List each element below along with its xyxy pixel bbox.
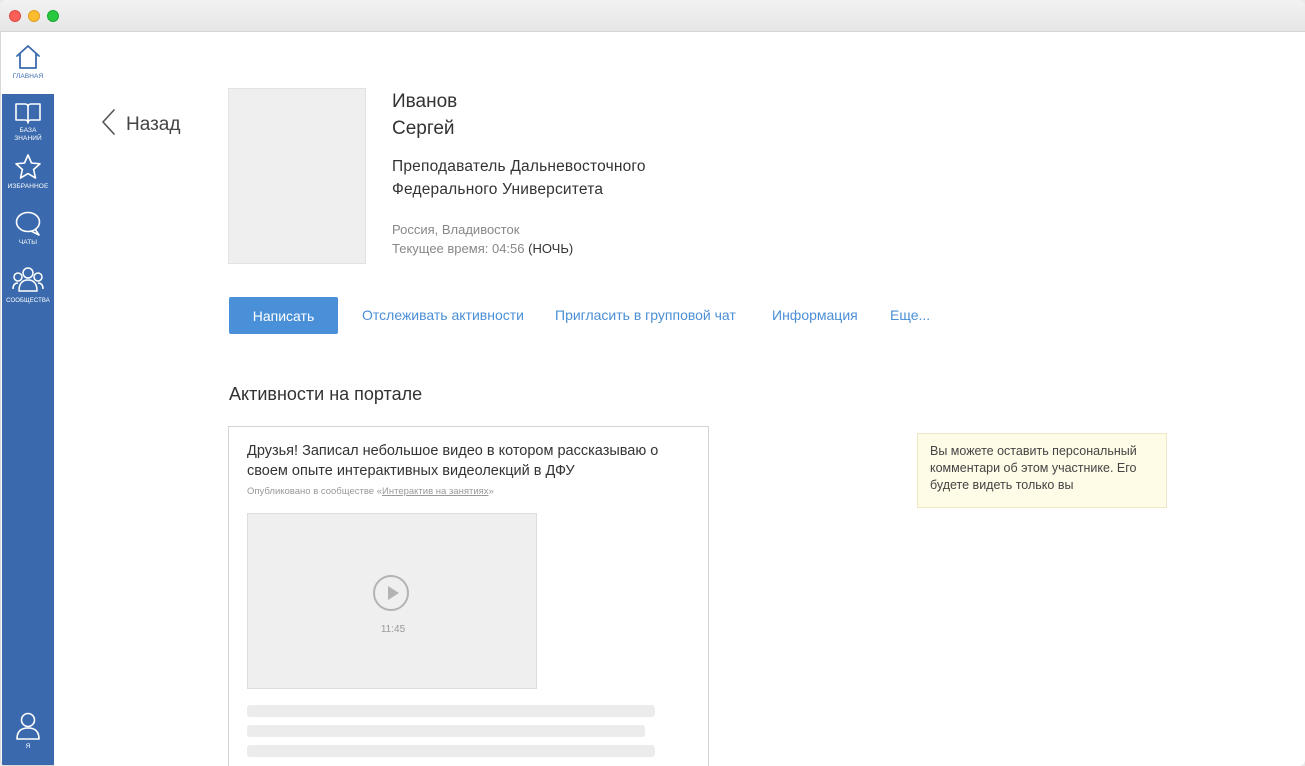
post-meta: Опубликовано в сообществе «Интерактив на… xyxy=(247,486,494,497)
sidebar-item-favorites[interactable]: Избранное xyxy=(2,152,54,202)
user-icon xyxy=(14,711,42,741)
time-period: (НОЧЬ) xyxy=(528,241,574,256)
sidebar-item-label: База знаний xyxy=(14,127,42,142)
sidebar-item-knowledge-base[interactable]: База знаний xyxy=(2,98,54,150)
community-link[interactable]: Интерактив на занятиях xyxy=(382,486,489,497)
invite-group-chat-link[interactable]: Пригласить в групповой чат xyxy=(555,307,736,323)
book-icon xyxy=(14,101,42,125)
chevron-left-icon xyxy=(100,108,116,141)
activity-post-card: Друзья! Записал небольшое видео в которо… xyxy=(228,426,709,766)
text-placeholder xyxy=(247,725,645,737)
title-bar xyxy=(0,0,1305,32)
back-button[interactable]: Назад xyxy=(100,108,180,141)
sidebar: Главная База знаний Избранное Чаты Сообщ xyxy=(2,32,54,765)
information-link[interactable]: Информация xyxy=(772,307,858,323)
app-window: Главная База знаний Избранное Чаты Сообщ xyxy=(0,0,1305,766)
sidebar-item-label: Главная xyxy=(12,73,44,80)
text-placeholder xyxy=(247,745,655,757)
sidebar-item-label: Чаты xyxy=(18,239,38,246)
post-text: Друзья! Записал небольшое видео в которо… xyxy=(247,443,659,479)
maximize-window-button[interactable] xyxy=(47,10,59,22)
home-icon xyxy=(14,43,42,71)
play-icon[interactable] xyxy=(373,575,409,611)
post-meta-prefix: Опубликовано в сообществе « xyxy=(247,486,382,497)
text-placeholder xyxy=(247,705,655,717)
track-activity-link[interactable]: Отслеживать активности xyxy=(362,307,524,323)
profile-first-name: Сергей xyxy=(392,118,455,139)
activities-title: Активности на портале xyxy=(229,384,423,404)
video-duration: 11:45 xyxy=(380,624,406,635)
close-window-button[interactable] xyxy=(9,10,21,22)
back-label: Назад xyxy=(126,113,181,135)
profile-local-time: Текущее время: 04:56 (НОЧЬ) xyxy=(392,241,573,256)
sidebar-item-label: Избранное xyxy=(7,183,49,190)
personal-note-box[interactable]: Вы можете оставить персональный коммента… xyxy=(917,433,1167,508)
sidebar-item-home[interactable]: Главная xyxy=(2,32,54,94)
sidebar-item-me[interactable]: Я xyxy=(2,708,54,758)
video-player[interactable]: 11:45 xyxy=(247,513,537,689)
profile-position-line2: Федерального Университета xyxy=(392,181,604,198)
profile-position-line1: Преподаватель Дальневосточного xyxy=(392,158,646,175)
sidebar-item-label: Я xyxy=(25,743,31,750)
more-link[interactable]: Еще... xyxy=(890,307,930,323)
profile-location: Россия, Владивосток xyxy=(392,222,520,237)
sidebar-item-communities[interactable]: Сообщества xyxy=(2,264,54,314)
sidebar-item-label: Сообщества xyxy=(6,298,50,304)
minimize-window-button[interactable] xyxy=(28,10,40,22)
profile-last-name: Иванов xyxy=(392,91,458,112)
star-icon xyxy=(14,153,42,181)
sidebar-item-chats[interactable]: Чаты xyxy=(2,209,54,259)
people-icon xyxy=(11,265,45,295)
chat-icon xyxy=(14,211,42,237)
post-meta-suffix: » xyxy=(488,486,494,497)
write-button[interactable]: Написать xyxy=(229,297,338,334)
local-time-value: Текущее время: 04:56 xyxy=(392,241,525,256)
profile-photo xyxy=(228,88,366,264)
